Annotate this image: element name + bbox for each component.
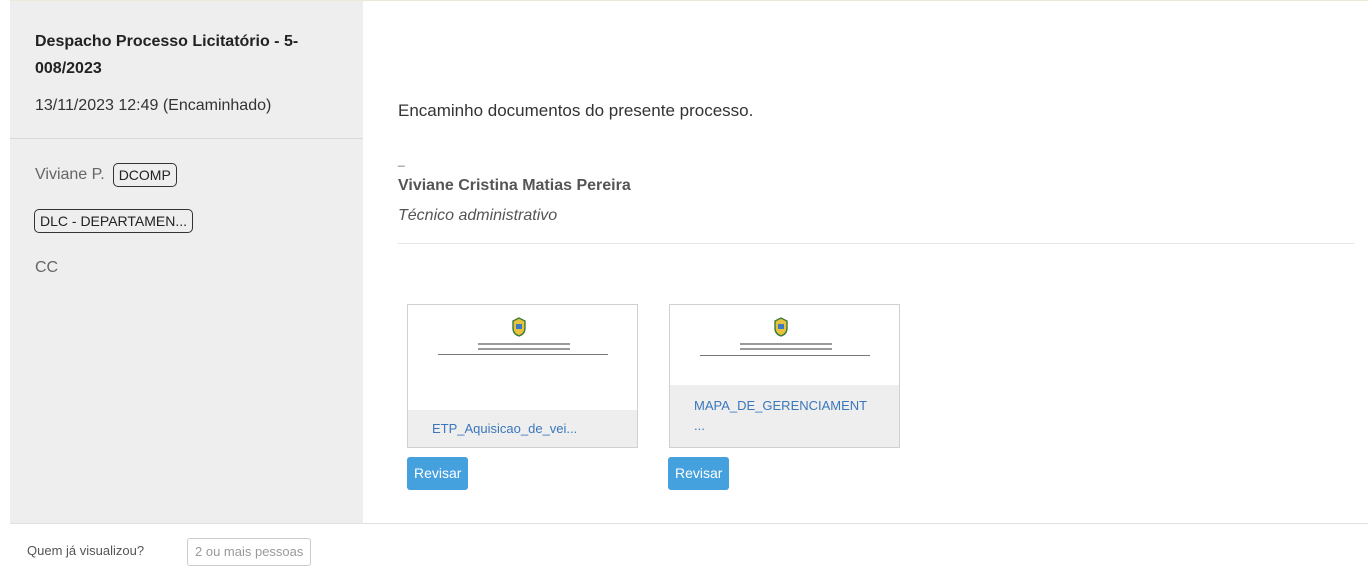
dispatch-date: 13/11/2023 12:49 (Encaminhado) xyxy=(35,97,272,114)
crest-icon xyxy=(512,317,526,337)
dispatch-sidebar: Despacho Processo Licitatório - 5- 008/2… xyxy=(10,1,363,523)
viewed-label: Quem já visualizou? xyxy=(27,543,145,558)
attachment-thumbnail[interactable] xyxy=(670,305,899,385)
signature-separator: _ xyxy=(398,153,405,167)
attachment-name[interactable]: ETP_Aquisicao_de_vei... xyxy=(408,410,637,447)
revisar-button[interactable]: Revisar xyxy=(407,457,469,490)
cc-label: CC xyxy=(35,259,59,276)
attachment-card[interactable]: MAPA_DE_GERENCIAMENT ... xyxy=(669,304,900,448)
revisar-button[interactable]: Revisar xyxy=(668,457,730,490)
viewers-footer: Quem já visualizou? 2 ou mais pessoas xyxy=(10,523,1368,571)
crest-icon xyxy=(774,317,788,337)
attachment-card[interactable]: ETP_Aquisicao_de_vei... xyxy=(407,304,638,448)
signature-name: Viviane Cristina Matias Pereira xyxy=(398,177,631,194)
message-body: Encaminho documentos do presente process… xyxy=(398,101,754,120)
author-row: Viviane P. DCOMP xyxy=(35,163,177,187)
attachment-name[interactable]: MAPA_DE_GERENCIAMENT ... xyxy=(670,385,899,447)
author-name[interactable]: Viviane P. xyxy=(35,166,105,184)
content-divider xyxy=(398,243,1354,244)
author-sector-tag[interactable]: DCOMP xyxy=(112,163,177,187)
signature-role: Técnico administrativo xyxy=(398,207,558,224)
viewers-badge[interactable]: 2 ou mais pessoas xyxy=(187,538,312,566)
dispatch-content: Encaminho documentos do presente process… xyxy=(363,1,1368,523)
department-tag[interactable]: DLC - DEPARTAMEN... xyxy=(34,209,194,233)
dispatch-card: Despacho Processo Licitatório - 5- 008/2… xyxy=(10,0,1368,571)
dispatch-title: Despacho Processo Licitatório - 5- 008/2… xyxy=(35,33,299,77)
sidebar-divider xyxy=(10,138,363,139)
attachment-thumbnail[interactable] xyxy=(408,305,637,405)
